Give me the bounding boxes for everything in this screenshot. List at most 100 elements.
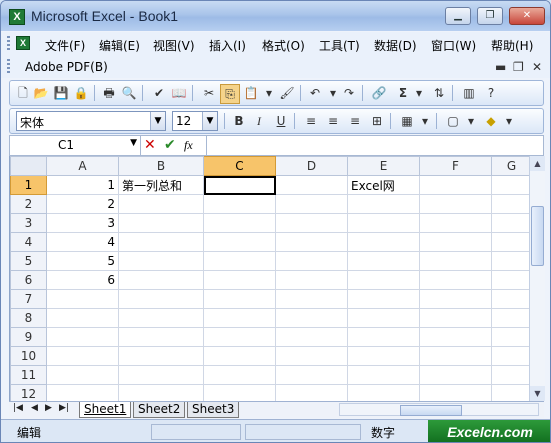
cell[interactable]: 3 xyxy=(46,213,119,233)
fill-color-icon[interactable]: ◆ xyxy=(482,112,500,130)
row-header[interactable]: 11 xyxy=(10,365,47,385)
cell[interactable] xyxy=(347,327,420,347)
workbook-icon[interactable]: X xyxy=(16,36,30,50)
new-icon[interactable]: 🗋 xyxy=(14,84,32,102)
cell[interactable] xyxy=(203,346,276,366)
column-header[interactable]: A xyxy=(46,156,119,176)
cancel-icon[interactable]: ✕ xyxy=(144,137,156,153)
cell[interactable] xyxy=(419,232,492,252)
paste-dropdown-icon[interactable]: ▾ xyxy=(260,84,278,102)
font-size-select[interactable]: 12 ▼ xyxy=(172,111,218,131)
menu-help[interactable]: 帮助(H) xyxy=(491,37,533,54)
cell[interactable] xyxy=(491,289,532,309)
cell[interactable]: 4 xyxy=(46,232,119,252)
cell[interactable] xyxy=(275,175,348,195)
spelling-icon[interactable]: ✔ xyxy=(150,84,168,102)
cell[interactable] xyxy=(118,346,204,366)
cell[interactable] xyxy=(347,346,420,366)
borders-dropdown-icon[interactable]: ▾ xyxy=(462,112,480,130)
first-sheet-icon[interactable]: |◀ xyxy=(13,403,23,413)
cell[interactable] xyxy=(275,308,348,328)
scroll-up-icon[interactable]: ▲ xyxy=(530,156,545,171)
menu-file[interactable]: 文件(F) xyxy=(45,37,85,54)
menu-view[interactable]: 视图(V) xyxy=(153,37,195,54)
cell[interactable] xyxy=(419,346,492,366)
italic-button[interactable]: I xyxy=(250,112,268,130)
cell[interactable] xyxy=(347,270,420,290)
row-header[interactable]: 1 xyxy=(10,175,47,195)
column-header[interactable]: B xyxy=(118,156,204,176)
cell[interactable] xyxy=(347,384,420,401)
menu-tools[interactable]: 工具(T) xyxy=(319,37,360,54)
cell[interactable] xyxy=(419,213,492,233)
column-header[interactable]: D xyxy=(275,156,348,176)
enter-icon[interactable]: ✔ xyxy=(164,137,176,153)
cell[interactable] xyxy=(46,384,119,401)
row-header[interactable]: 8 xyxy=(10,308,47,328)
cell[interactable] xyxy=(275,384,348,401)
permission-icon[interactable]: 🔒 xyxy=(72,84,90,102)
font-name-select[interactable]: 宋体 ▼ xyxy=(16,111,166,131)
chevron-down-icon[interactable]: ▼ xyxy=(130,138,137,148)
cut-icon[interactable]: ✂ xyxy=(200,84,218,102)
menu-format[interactable]: 格式(O) xyxy=(262,37,305,54)
cell[interactable] xyxy=(203,270,276,290)
cell[interactable] xyxy=(491,308,532,328)
cell[interactable] xyxy=(118,327,204,347)
cell[interactable] xyxy=(419,365,492,385)
cell[interactable] xyxy=(419,384,492,401)
row-header[interactable]: 7 xyxy=(10,289,47,309)
cell[interactable] xyxy=(347,194,420,214)
research-icon[interactable]: 📖 xyxy=(170,84,188,102)
cell[interactable] xyxy=(46,308,119,328)
maximize-button[interactable]: ❐ xyxy=(477,7,503,25)
cell[interactable] xyxy=(118,365,204,385)
row-header[interactable]: 3 xyxy=(10,213,47,233)
row-header[interactable]: 10 xyxy=(10,346,47,366)
cell[interactable] xyxy=(275,270,348,290)
cell[interactable] xyxy=(347,232,420,252)
cell[interactable]: Excel网 xyxy=(347,175,420,195)
cell[interactable] xyxy=(419,175,492,195)
cell[interactable] xyxy=(203,289,276,309)
toolbar-grip[interactable] xyxy=(7,36,10,52)
scroll-thumb[interactable] xyxy=(531,206,544,266)
tab-sheet1[interactable]: Sheet1 xyxy=(79,402,132,418)
cell[interactable] xyxy=(203,232,276,252)
cell[interactable] xyxy=(46,346,119,366)
autosum-dropdown-icon[interactable]: ▾ xyxy=(410,84,428,102)
cell[interactable] xyxy=(118,213,204,233)
cell[interactable] xyxy=(347,308,420,328)
column-header[interactable]: E xyxy=(347,156,420,176)
minimize-button[interactable]: ▁ xyxy=(445,7,471,25)
cell[interactable] xyxy=(419,270,492,290)
redo-icon[interactable]: ↷ xyxy=(340,84,358,102)
save-icon[interactable]: 💾 xyxy=(52,84,70,102)
workbook-restore-button[interactable]: ❐ xyxy=(513,60,524,74)
insert-function-icon[interactable]: fx xyxy=(184,138,193,153)
chart-wizard-icon[interactable]: ▥ xyxy=(460,84,478,102)
currency-dropdown-icon[interactable]: ▾ xyxy=(416,112,434,130)
cell[interactable] xyxy=(203,327,276,347)
align-center-icon[interactable]: ≡ xyxy=(324,112,342,130)
print-preview-icon[interactable]: 🔍 xyxy=(120,84,138,102)
cell[interactable] xyxy=(118,270,204,290)
name-box[interactable]: C1 ▼ xyxy=(10,136,141,155)
merge-center-icon[interactable]: ⊞ xyxy=(368,112,386,130)
cell[interactable] xyxy=(203,175,276,195)
row-header[interactable]: 12 xyxy=(10,384,47,401)
cell[interactable] xyxy=(203,384,276,401)
workbook-minimize-button[interactable]: ▬ xyxy=(495,60,506,74)
cell[interactable] xyxy=(118,384,204,401)
cell[interactable] xyxy=(347,365,420,385)
cell[interactable] xyxy=(275,194,348,214)
cell[interactable] xyxy=(347,213,420,233)
scroll-down-icon[interactable]: ▼ xyxy=(530,386,545,401)
prev-sheet-icon[interactable]: ◀ xyxy=(31,403,38,413)
row-header[interactable]: 2 xyxy=(10,194,47,214)
sort-ascending-icon[interactable]: ⇅ xyxy=(430,84,448,102)
format-painter-icon[interactable]: 🖌 xyxy=(278,84,296,102)
align-left-icon[interactable]: ≡ xyxy=(302,112,320,130)
hyperlink-icon[interactable]: 🔗 xyxy=(370,84,388,102)
fill-color-dropdown-icon[interactable]: ▾ xyxy=(500,112,518,130)
